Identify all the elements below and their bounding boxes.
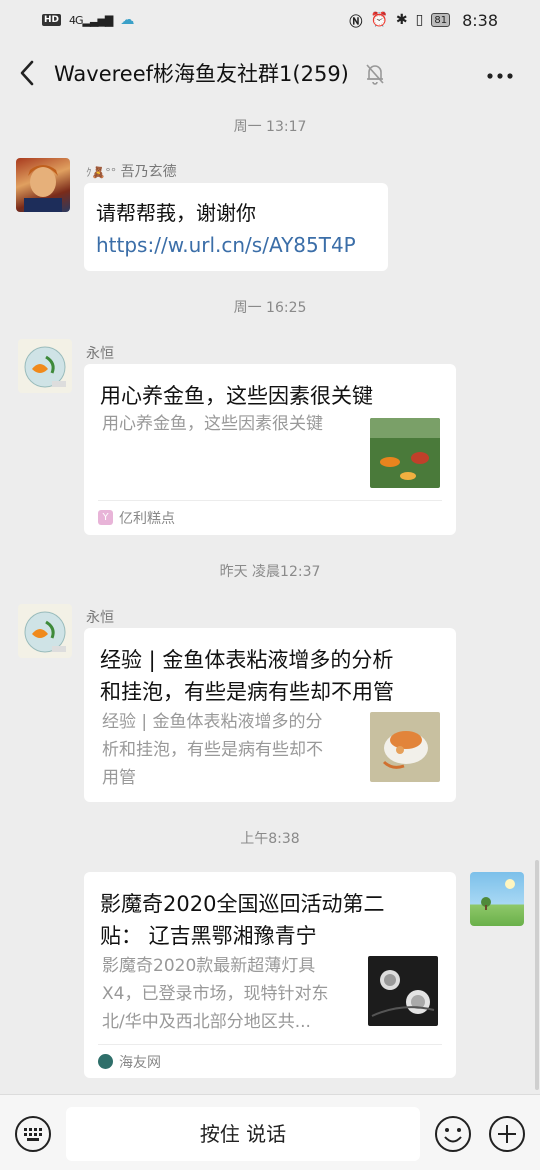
card-desc-line: 北/华中及西北部分地区共... xyxy=(102,1012,311,1032)
card-title-line: 贴： 辽吉黑鄂湘豫青宁 xyxy=(100,924,317,948)
chat-header: Wavereef彬海鱼友社群1(259) xyxy=(0,40,540,106)
card-source: Y 亿利糕点 xyxy=(98,500,442,534)
sender-name: ｸ🧸°° 吾乃玄德 xyxy=(86,161,177,181)
sender-prefix: ｸ🧸°° xyxy=(86,166,117,179)
card-description: 影魔奇2020款最新超薄灯具 X4，已登录市场，现特针对东 北/华中及西北部分地… xyxy=(102,952,364,1036)
chevron-left-icon xyxy=(20,60,34,86)
card-title-line: 和挂泡，有些是病有些却不用管 xyxy=(100,680,394,704)
card-description: 用心养金鱼，这些因素很关键 xyxy=(102,414,323,434)
article-card[interactable]: 经验 | 金鱼体表粘液增多的分析 和挂泡，有些是病有些却不用管 经验 | 金鱼体… xyxy=(84,628,456,802)
battery-level: 81 xyxy=(434,14,448,26)
card-desc-line: 影魔奇2020款最新超薄灯具 xyxy=(102,956,316,976)
card-thumbnail xyxy=(368,956,438,1026)
nfc-icon: Ⓝ xyxy=(349,14,363,30)
back-button[interactable] xyxy=(16,58,40,88)
bluetooth-icon: ✱ xyxy=(395,12,408,28)
message-timestamp: 周一 16:25 xyxy=(233,300,307,316)
more-options-button[interactable] xyxy=(486,61,514,85)
article-card[interactable]: 用心养金鱼，这些因素很关键 用心养金鱼，这些因素很关键 Y 亿利糕点 xyxy=(84,364,456,535)
message-bubble[interactable]: 请帮帮莪，谢谢你 https://w.url.cn/s/AY85T4P xyxy=(84,183,388,271)
card-title: 经验 | 金鱼体表粘液增多的分析 和挂泡，有些是病有些却不用管 xyxy=(100,644,440,708)
sender-name-text: 吾乃玄德 xyxy=(120,164,177,180)
card-description: 经验 | 金鱼体表粘液增多的分 析和挂泡，有些是病有些却不 用管 xyxy=(102,708,362,792)
signal-icon: 4G▂▃▅▇ xyxy=(69,13,113,27)
card-title: 用心养金鱼，这些因素很关键 xyxy=(100,384,373,408)
avatar[interactable] xyxy=(470,872,524,926)
message-timestamp: 周一 13:17 xyxy=(233,119,307,135)
plus-icon xyxy=(489,1116,525,1152)
clock: 8:38 xyxy=(462,10,498,30)
sender-name: 永恒 xyxy=(86,610,114,626)
source-name: 海友网 xyxy=(119,1054,161,1071)
alarm-icon: ⏰ xyxy=(370,12,388,28)
avatar[interactable] xyxy=(18,339,72,393)
message-text: 请帮帮莪，谢谢你 xyxy=(96,201,256,225)
source-logo-icon xyxy=(98,1054,113,1069)
status-bar: HD 4G▂▃▅▇ ☁ Ⓝ ⏰ ✱ ▯ 81 8:38 xyxy=(0,0,540,40)
battery-icon: 81 xyxy=(431,13,451,27)
article-card[interactable]: 影魔奇2020全国巡回活动第二 贴： 辽吉黑鄂湘豫青宁 影魔奇2020款最新超薄… xyxy=(84,872,456,1078)
hold-to-talk-button[interactable]: 按住 说话 xyxy=(66,1107,420,1161)
keyboard-icon xyxy=(15,1116,51,1152)
card-title-line: 经验 | 金鱼体表粘液增多的分析 xyxy=(100,648,394,672)
chat-title: Wavereef彬海鱼友社群1(259) xyxy=(54,62,349,86)
scrollbar[interactable] xyxy=(535,860,539,1090)
hd-indicator: HD xyxy=(42,14,62,26)
more-dots-icon xyxy=(487,73,513,79)
keyboard-toggle-button[interactable] xyxy=(14,1115,52,1153)
card-source: 海友网 xyxy=(98,1044,442,1078)
cloud-sync-icon: ☁ xyxy=(120,12,135,28)
vibrate-icon: ▯ xyxy=(415,12,424,28)
card-title: 影魔奇2020全国巡回活动第二 贴： 辽吉黑鄂湘豫青宁 xyxy=(100,888,440,952)
input-bar: 按住 说话 xyxy=(0,1094,540,1170)
card-desc-line: 经验 | 金鱼体表粘液增多的分 xyxy=(102,712,323,732)
more-functions-button[interactable] xyxy=(488,1115,526,1153)
emoji-button[interactable] xyxy=(434,1115,472,1153)
card-thumbnail xyxy=(370,712,440,782)
message-link[interactable]: https://w.url.cn/s/AY85T4P xyxy=(96,229,376,261)
mute-bell-icon xyxy=(364,62,386,90)
source-name: 亿利糕点 xyxy=(119,510,175,527)
card-desc-line: X4，已登录市场，现特针对东 xyxy=(102,984,329,1004)
avatar[interactable] xyxy=(16,158,70,212)
network-type: 4G xyxy=(69,13,83,27)
smiley-icon xyxy=(435,1116,471,1152)
card-desc-line: 析和挂泡，有些是病有些却不 xyxy=(102,740,323,760)
source-logo-icon: Y xyxy=(98,510,113,525)
sender-name: 永恒 xyxy=(86,346,114,362)
message-timestamp: 上午8:38 xyxy=(240,831,300,847)
avatar[interactable] xyxy=(18,604,72,658)
card-thumbnail xyxy=(370,418,440,488)
card-title-line: 影魔奇2020全国巡回活动第二 xyxy=(100,892,385,916)
card-desc-line: 用管 xyxy=(102,768,136,788)
message-timestamp: 昨天 凌晨12:37 xyxy=(219,564,321,580)
